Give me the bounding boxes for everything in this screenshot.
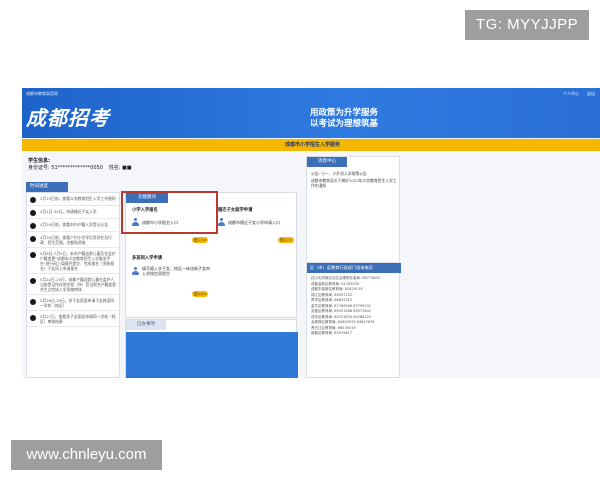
timeline-item: 5月27日，查看多子女家庭申请同一学校（校区）审核结果 <box>27 311 119 327</box>
person-icon <box>132 218 139 226</box>
timeline-dot-icon <box>30 210 36 216</box>
page-title: 成都市小学招生入学服务 <box>284 142 340 148</box>
timeline-item: 4月30日前，查看户内小学学位类别任及行政、招生范围，名额和资格 <box>27 232 119 248</box>
timeline-item: 5月6日-7月5日，本市户籍适龄儿童及在监护户籍变更“成都市义务教育招生入学服务… <box>27 248 119 274</box>
student-info: 学生信息: 身份证号: 51*************0050 姓名: ■■ <box>28 158 132 172</box>
card-entry-text: 成都市随迁子女小学申请入口 <box>228 219 280 225</box>
done-items-area <box>126 332 298 378</box>
message-center-panel: 消息中心 公告: 小一、小升初入学政策公告 成都市教育局关于做好2023年义务教… <box>306 156 400 264</box>
tab-function-module[interactable]: 功能模块 <box>126 193 168 203</box>
hotline-list: 四川天府新区社区治理和社事局: 68773632 成都高新区教育局: 61335… <box>311 276 380 337</box>
timeline-dot-icon <box>30 252 36 258</box>
person-icon <box>132 267 139 275</box>
slogan-line-2: 以考试为理想筑基 <box>310 119 379 129</box>
hotline-item: 新都区教育局: 83979817 <box>311 331 353 335</box>
card-migrant-children[interactable]: 随迁子女就学申请 成都市随迁子女小学申请入口 进入>> <box>218 207 298 247</box>
card-entry-text: 成都市小学报名入口 <box>142 219 178 225</box>
message-center-title: 消息中心 <box>307 157 347 167</box>
site-watermark: www.chnleyu.com <box>11 440 162 470</box>
slogan-line-1: 用政策为升学服务 <box>310 108 379 118</box>
site-logo[interactable]: 成都招考 <box>26 102 110 131</box>
tab-done-items[interactable]: 已办事项 <box>126 320 166 330</box>
timeline-item: 4月1日-30日，申请随迁子女入学 <box>27 206 119 219</box>
timeline-dot-icon <box>30 315 36 321</box>
card-entry-row: 成都市小学报名入口 <box>132 218 212 226</box>
timeline-dot-icon <box>30 236 36 242</box>
done-items-panel: 已办事项 <box>125 319 298 378</box>
personal-center-link[interactable]: 个人中心 <box>563 91 579 97</box>
timeline-item: 4月20日前，查看市内户籍入学登记公告 <box>27 219 119 232</box>
timeline-item: 5月26日-25日，多子女家庭申请子女就读同一学校（校区） <box>27 295 119 311</box>
hotline-panel: 区（市）县教育行政部门咨询电话 四川天府新区社区治理和社事局: 68773632… <box>306 262 401 378</box>
timeline-panel: 3月15日前，查看义务教育招生入学工作细则 4月1日-30日，申请随迁子女入学 … <box>26 192 120 378</box>
slogan: 用政策为升学服务 以考试为理想筑基 <box>310 108 378 130</box>
student-info-label: 学生信息: <box>28 158 50 164</box>
card-entry-text: 填写随入学子女、校区一体化新子女申入学校信息提交 <box>142 266 210 276</box>
card-title: 多孩同入学申请 <box>132 256 163 261</box>
card-title: 小学入学报名 <box>132 208 158 213</box>
logout-link[interactable]: 退出 <box>587 91 595 97</box>
hotline-item: 四川天府新区社区治理和社事局: 68773632 <box>311 276 381 280</box>
message-item[interactable]: 成都市教育局关于做好2023年义务教育招生入学工作的通知 <box>311 178 399 188</box>
enter-button[interactable]: 进入>> <box>192 291 208 297</box>
header-banner: 成都市教育局官网 个人中心 退出 成都招考 用政策为升学服务 以考试为理想筑基 <box>22 88 600 138</box>
header-links: 个人中心 退出 <box>563 91 595 97</box>
person-icon <box>218 218 225 226</box>
card-entry-row: 填写随入学子女、校区一体化新子女申入学校信息提交 <box>132 266 212 276</box>
student-name: 姓名: ■■ <box>108 165 132 171</box>
screenshot-frame: 成都市教育局官网 个人中心 退出 成都招考 用政策为升学服务 以考试为理想筑基 … <box>22 88 600 378</box>
hotline-title: 区（市）县教育行政部门咨询电话 <box>307 263 401 273</box>
timeline-item: 3月15日前，查看义务教育招生入学工作细则 <box>27 193 119 206</box>
message-item[interactable]: 公告: 小一、小升初入学政策公告 <box>311 171 399 176</box>
card-multi-child[interactable]: 多孩同入学申请 填写随入学子女、校区一体化新子女申入学校信息提交 进入>> <box>132 255 212 301</box>
timeline-dot-icon <box>30 299 36 305</box>
timeline-title: 时间进度 <box>26 182 68 192</box>
timeline-item: 5月22日-25日，成都户籍适龄儿童在监护人当前登记所在地学校（所）登记报名户籍… <box>27 274 119 295</box>
timeline-dot-icon <box>30 223 36 229</box>
message-list: 公告: 小一、小升初入学政策公告 成都市教育局关于做好2023年义务教育招生入学… <box>311 171 399 190</box>
hotline-item: 龙泉驿区教育局: 84805939 84847876 <box>311 320 375 324</box>
card-title: 随迁子女就学申请 <box>218 208 253 213</box>
tg-watermark-badge: TG: MYYJJPP <box>465 10 589 40</box>
site-label: 成都市教育局官网 <box>26 91 58 96</box>
hotline-item: 武侯区教育局: 85551588 85077642 <box>311 309 372 313</box>
enter-button[interactable]: 进入>> <box>278 237 294 243</box>
timeline-dot-icon <box>30 278 36 284</box>
function-module-panel: 功能模块 小学入学报名 成都市小学报名入口 进入>> 随迁子女就学申请 成都市随… <box>125 192 297 318</box>
card-primary-enrollment[interactable]: 小学入学报名 成都市小学报名入口 进入>> <box>132 207 212 247</box>
student-id: 身份证号: 51*************0050 <box>28 165 103 171</box>
timeline-dot-icon <box>30 197 36 203</box>
enter-button[interactable]: 进入>> <box>192 237 208 243</box>
card-entry-row: 成都市随迁子女小学申请入口 <box>218 218 298 226</box>
